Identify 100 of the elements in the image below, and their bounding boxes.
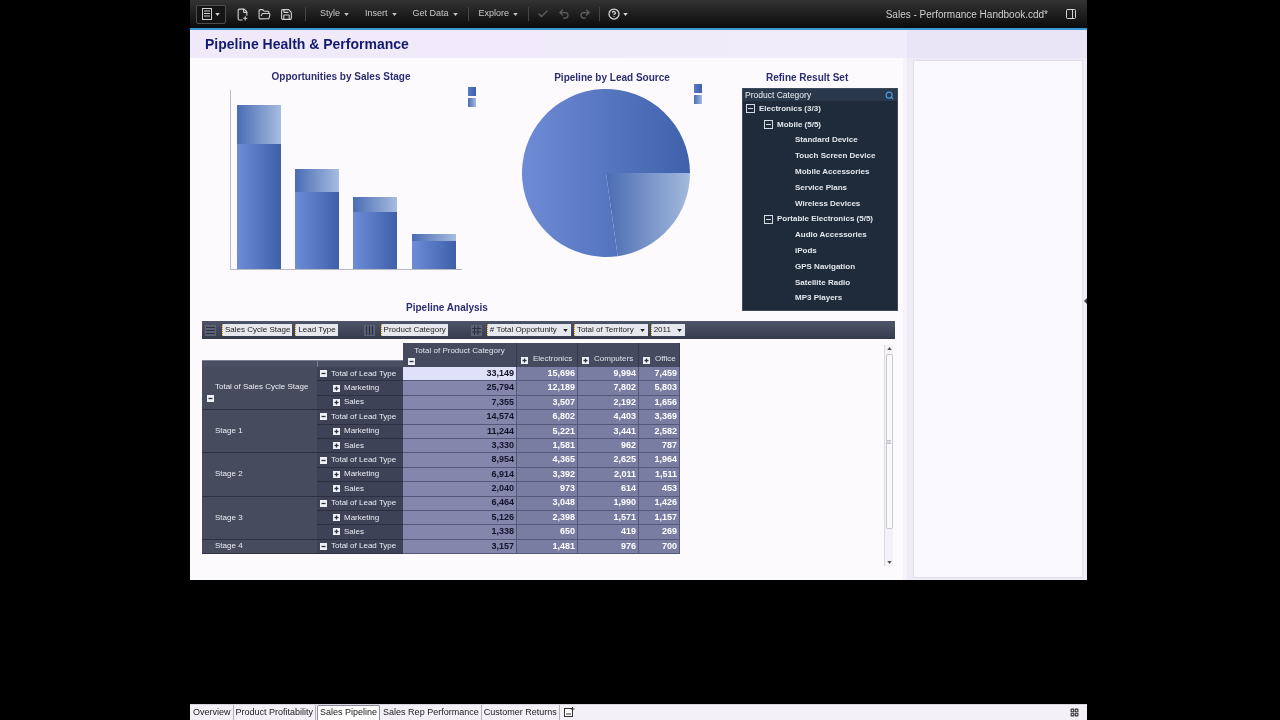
row-label: Total of Lead Type bbox=[331, 454, 397, 467]
plus-box-icon[interactable] bbox=[333, 514, 340, 522]
save-icon[interactable] bbox=[280, 7, 293, 21]
row-label: Marketing bbox=[344, 382, 380, 395]
column-header: Total of Product Category bbox=[413, 345, 506, 357]
caret-icon bbox=[676, 328, 682, 332]
plus-box-icon[interactable] bbox=[582, 357, 589, 364]
sheet-tab[interactable]: Customer Returns bbox=[481, 705, 560, 720]
column-field-chip[interactable]: Product Category bbox=[380, 324, 448, 336]
row-label: Total of Lead Type bbox=[331, 497, 397, 510]
minus-box-icon[interactable] bbox=[207, 394, 214, 402]
vertical-scrollbar[interactable] bbox=[884, 345, 893, 566]
table-cell: 1,338 bbox=[403, 525, 517, 540]
row-label: Sales bbox=[344, 482, 364, 495]
section-title: Refine Result Set bbox=[765, 71, 850, 83]
minus-box-icon[interactable] bbox=[764, 120, 773, 130]
minus-box-icon[interactable] bbox=[320, 499, 327, 507]
side-panel-icon[interactable] bbox=[1065, 8, 1077, 20]
legend-swatch-icon bbox=[468, 87, 476, 96]
tree-item[interactable]: MP3 Players bbox=[743, 290, 897, 307]
table-cell: 33,149 bbox=[403, 367, 517, 382]
tree-item[interactable]: Mobile (5/5) bbox=[743, 116, 897, 133]
table-cell: 4,365 bbox=[517, 453, 578, 468]
scroll-down-icon[interactable] bbox=[886, 561, 892, 564]
table-cell: 12,189 bbox=[517, 381, 578, 396]
help-menu-button[interactable] bbox=[608, 8, 629, 20]
menu-item[interactable]: Explore bbox=[478, 7, 519, 21]
caret-icon bbox=[623, 12, 629, 16]
grid-icon[interactable] bbox=[1070, 708, 1079, 717]
table-cell: 7,459 bbox=[639, 367, 680, 382]
section-title: Pipeline Analysis bbox=[405, 301, 489, 315]
add-sheet-icon[interactable] bbox=[563, 707, 575, 717]
row-label: Marketing bbox=[344, 468, 380, 481]
column-header: Electronics bbox=[533, 353, 573, 365]
minus-box-icon[interactable] bbox=[320, 542, 327, 550]
tree-item[interactable]: GPS Navigation bbox=[743, 258, 897, 275]
tree-item[interactable]: Standard Device bbox=[743, 132, 897, 149]
tree-item[interactable]: Satellite Radio bbox=[743, 274, 897, 291]
tree-item[interactable]: Electronics (3/3) bbox=[743, 101, 897, 117]
open-folder-icon[interactable] bbox=[258, 7, 271, 21]
minus-box-icon[interactable] bbox=[746, 104, 755, 114]
caret-icon bbox=[391, 12, 397, 16]
minus-box-icon[interactable] bbox=[320, 413, 327, 421]
menu-item[interactable]: Get Data bbox=[412, 7, 458, 21]
row-field-chip[interactable]: Lead Type bbox=[295, 324, 338, 336]
sheet-tab[interactable]: Sales Pipeline bbox=[317, 705, 381, 720]
row-label: Total of Lead Type bbox=[331, 367, 397, 380]
tree-item[interactable]: Portable Electronics (5/5) bbox=[743, 211, 897, 228]
tree-item[interactable]: iPods bbox=[743, 243, 897, 259]
plus-box-icon[interactable] bbox=[333, 398, 340, 406]
caret-icon bbox=[344, 12, 349, 16]
plus-box-icon[interactable] bbox=[333, 442, 340, 450]
legend-swatch-icon bbox=[468, 98, 476, 107]
tree-item[interactable]: Mobile Accessories bbox=[743, 164, 897, 180]
tree-item[interactable]: Audio Accessories bbox=[743, 227, 897, 244]
sheet-tab[interactable]: Sales Rep Performance bbox=[381, 705, 482, 720]
table-cell: 1,964 bbox=[639, 453, 680, 468]
row-label: Total of Lead Type bbox=[331, 410, 397, 423]
document-title: Sales - Performance Handbook.cdd* bbox=[885, 7, 1048, 22]
collapse-arrow-icon[interactable] bbox=[1084, 298, 1087, 304]
plus-box-icon[interactable] bbox=[333, 384, 340, 392]
plus-box-icon[interactable] bbox=[333, 485, 340, 493]
tree-item[interactable]: Touch Screen Device bbox=[743, 148, 897, 165]
plus-box-icon[interactable] bbox=[521, 357, 528, 364]
new-file-icon[interactable] bbox=[236, 7, 249, 21]
table-cell: 6,802 bbox=[517, 410, 578, 425]
legend-swatch-icon bbox=[694, 84, 702, 93]
plus-box-icon[interactable] bbox=[333, 528, 340, 536]
filter-dropdown[interactable]: Total of Territory bbox=[573, 324, 648, 336]
help-icon bbox=[608, 8, 621, 20]
minus-box-icon[interactable] bbox=[764, 214, 773, 224]
table-cell: 614 bbox=[578, 482, 639, 497]
minus-box-icon[interactable] bbox=[320, 370, 327, 378]
minus-box-icon[interactable] bbox=[320, 456, 327, 464]
row-group-label: Stage 2 bbox=[215, 468, 244, 481]
plus-box-icon[interactable] bbox=[333, 427, 340, 435]
table-cell: 3,369 bbox=[639, 410, 680, 425]
scrollbar-thumb[interactable] bbox=[885, 354, 893, 529]
tree-item[interactable]: Wireless Devices bbox=[743, 195, 897, 212]
plus-box-icon[interactable] bbox=[643, 357, 650, 364]
page-menu-button[interactable] bbox=[196, 4, 226, 24]
sheet-tab[interactable]: Product Profitability bbox=[233, 705, 317, 720]
menu-item[interactable]: Insert bbox=[365, 7, 397, 21]
row-label: Sales bbox=[344, 396, 364, 409]
table-cell: 269 bbox=[639, 525, 680, 540]
caret-icon bbox=[513, 12, 519, 16]
minus-box-icon[interactable] bbox=[408, 358, 415, 365]
dashboard-title: Pipeline Health & Performance bbox=[205, 34, 409, 54]
filter-dropdown[interactable]: 2011 bbox=[650, 324, 685, 336]
filter-dropdown[interactable]: # Total Opportunity bbox=[486, 324, 571, 336]
plus-box-icon[interactable] bbox=[333, 470, 340, 478]
search-icon[interactable] bbox=[885, 90, 894, 100]
table-cell: 5,803 bbox=[639, 381, 680, 396]
menu-item[interactable]: Style bbox=[320, 7, 349, 21]
table-cell: 8,954 bbox=[403, 453, 517, 468]
table-cell: 2,040 bbox=[403, 482, 517, 497]
scroll-up-icon[interactable] bbox=[886, 347, 892, 350]
sheet-tab[interactable]: Overview bbox=[191, 705, 234, 720]
tree-item[interactable]: Service Plans bbox=[743, 180, 897, 196]
row-field-chip[interactable]: Sales Cycle Stage bbox=[222, 324, 293, 336]
